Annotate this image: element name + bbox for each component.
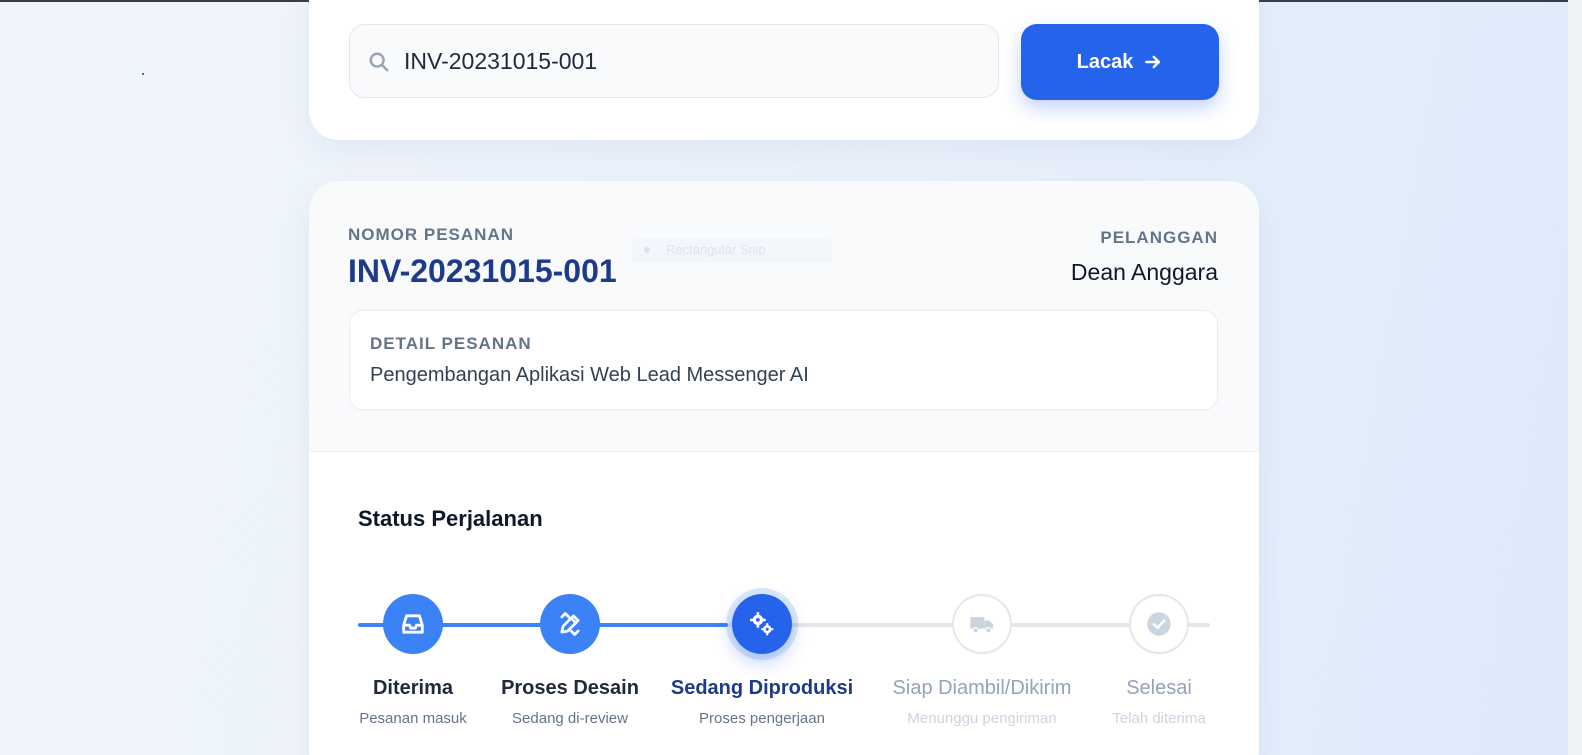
step-title: Siap Diambil/Dikirim [892,677,1072,699]
stray-dot [142,73,144,75]
search-card: Lacak [309,0,1259,140]
status-timeline: Diterima Pesanan masuk Proses Desain Sed… [309,181,1259,755]
pencil-ruler-icon [560,612,580,636]
step-subtitle: Sedang di-review [512,710,628,727]
step-circle [732,594,792,654]
track-button-label: Lacak [1076,50,1134,73]
page-scrollbar[interactable] [1568,0,1582,755]
step-circle [540,594,600,654]
step-title: Selesai [1126,677,1192,699]
order-card: NOMOR PESANAN INV-20231015-001 Rectangul… [309,181,1259,755]
step-subtitle: Proses pengerjaan [699,710,825,727]
arrow-right-icon [1145,55,1161,69]
inbox-icon [402,614,424,634]
search-input[interactable] [404,25,984,97]
search-field[interactable] [349,24,999,98]
search-icon [369,52,389,72]
step-subtitle: Telah diterima [1112,710,1206,727]
step-title: Sedang Diproduksi [670,677,854,699]
step-circle [952,594,1012,654]
check-circle-icon [1147,612,1171,636]
step-circle [1129,594,1189,654]
track-button[interactable]: Lacak [1021,24,1219,100]
gears-icon [750,612,774,636]
step-title: Proses Desain [501,677,639,699]
step-subtitle: Menunggu pengiriman [907,710,1057,727]
step-circle [383,594,443,654]
truck-icon [970,617,994,634]
